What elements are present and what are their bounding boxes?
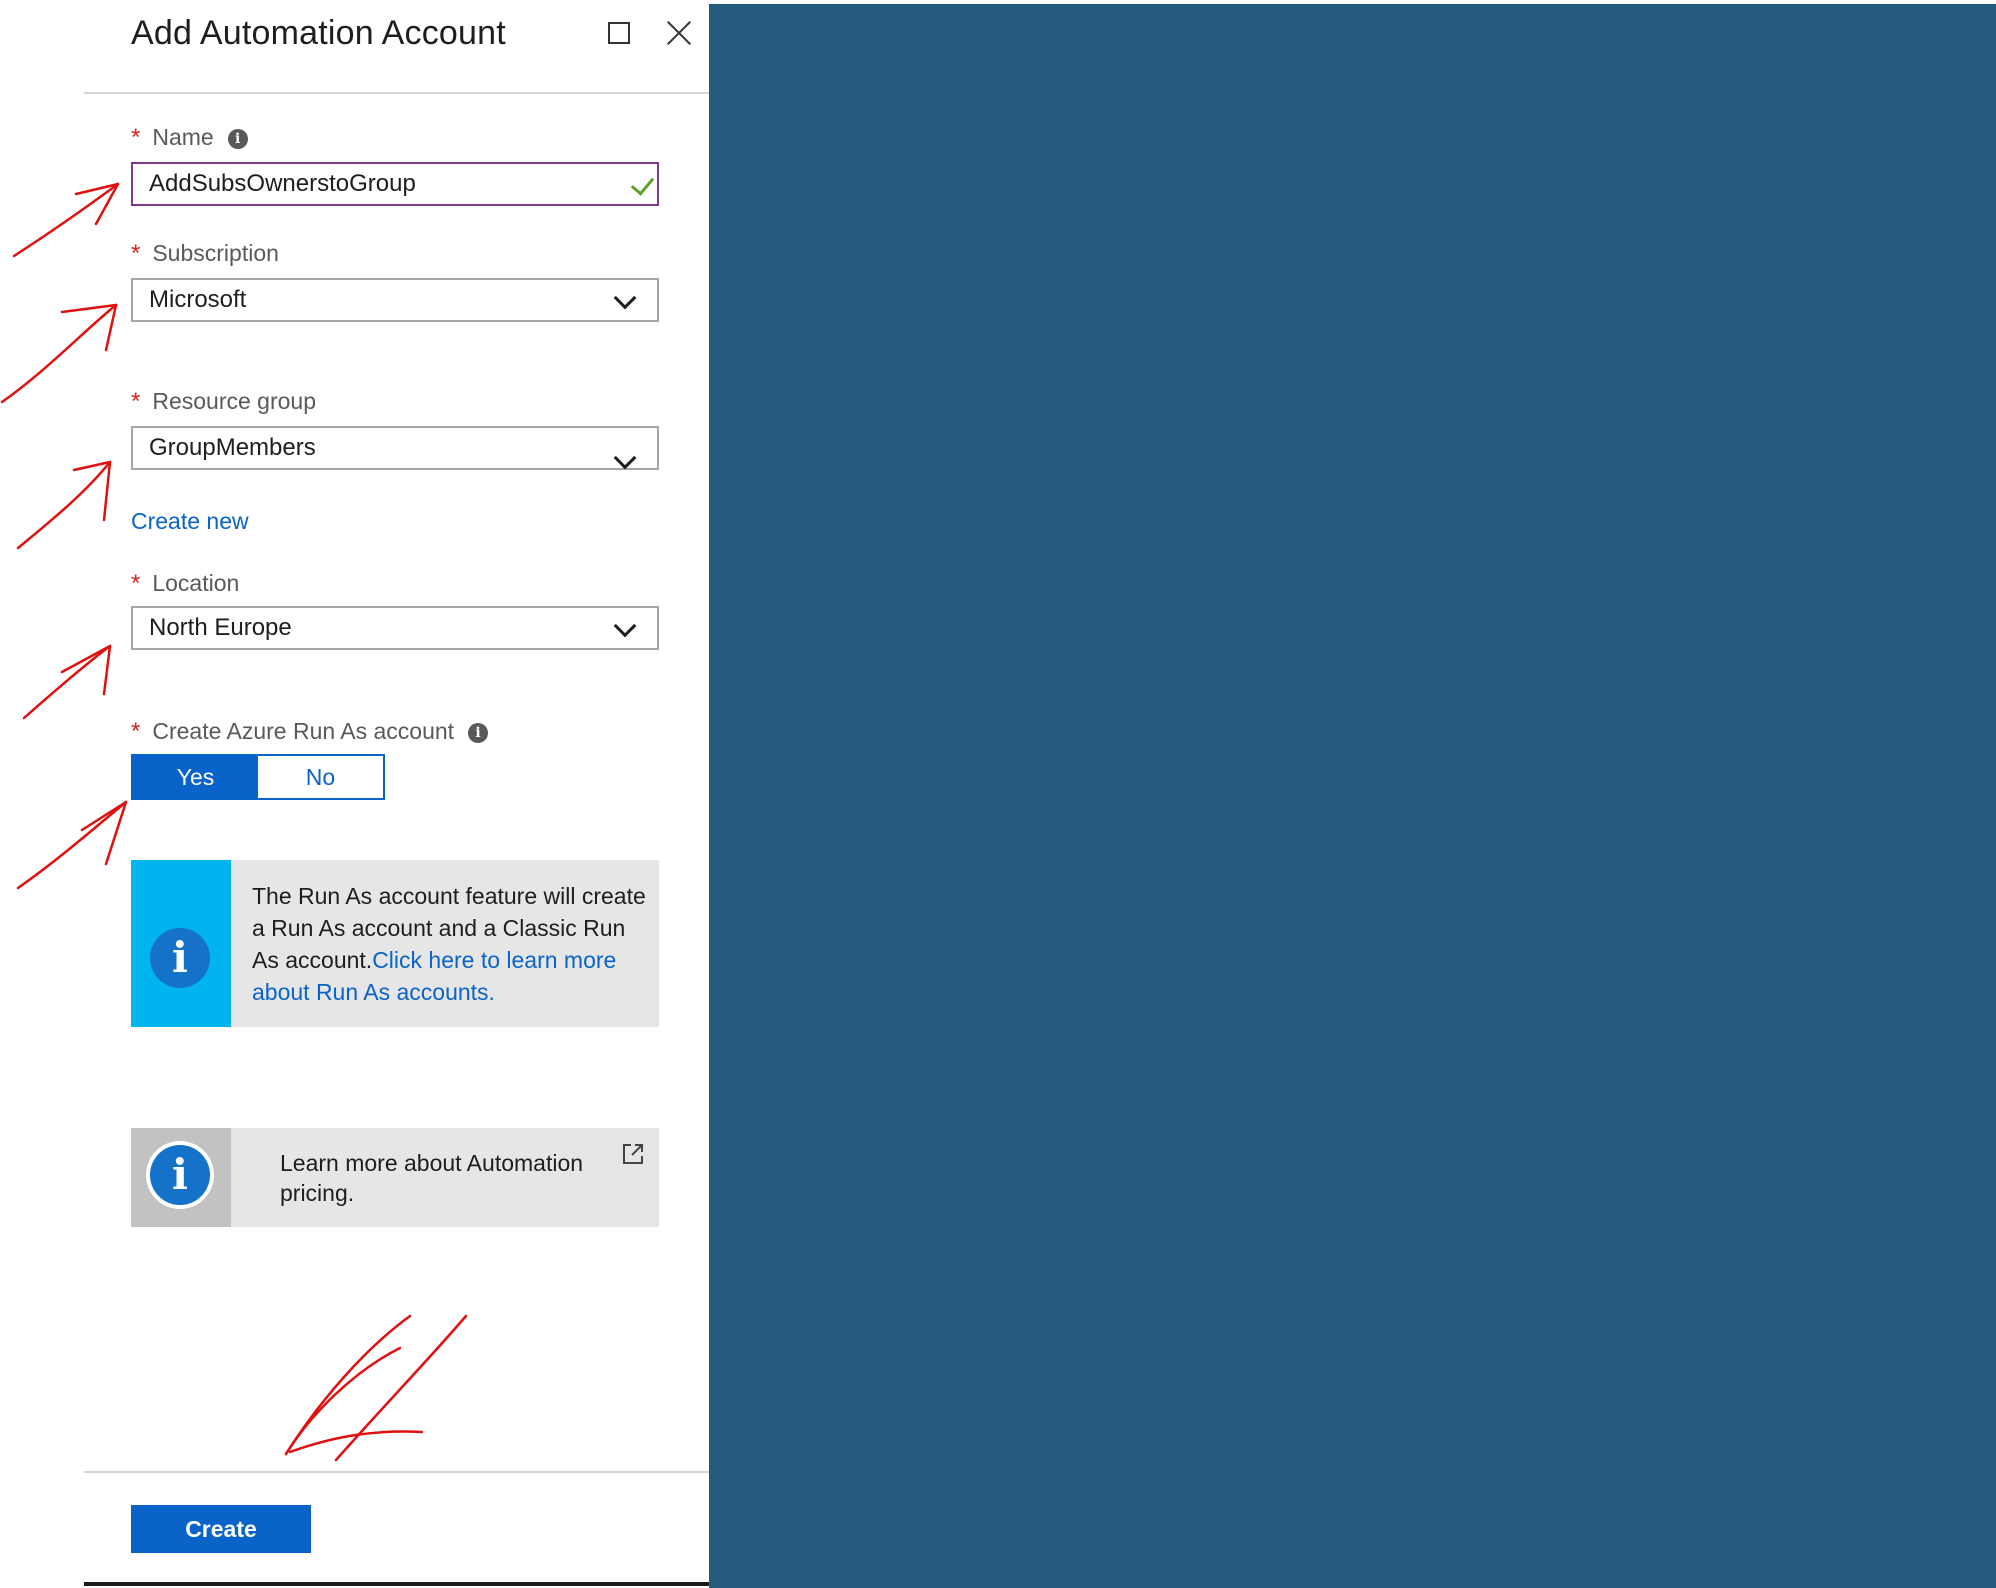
resource-group-select-value: GroupMembers [149,434,316,461]
required-star: * [131,124,141,151]
footer-divider [84,1471,709,1473]
location-label: * Location [131,570,240,597]
required-star: * [131,718,141,745]
subscription-label: * Subscription [131,240,279,267]
resource-group-label: * Resource group [131,388,316,415]
info-icon: i [150,928,210,988]
subscription-select[interactable]: Microsoft [131,278,659,322]
run-as-info-box: i The Run As account feature will create… [131,860,659,1027]
run-as-no-option[interactable]: No [258,756,383,798]
name-input-value: AddSubsOwnerstoGroup [149,170,416,197]
add-automation-account-blade: Add Automation Account * Name i AddSubsOwn… [84,0,709,1582]
bottom-border [84,1582,709,1586]
name-input[interactable]: AddSubsOwnerstoGroup [131,162,659,206]
location-select-value: North Europe [149,614,292,641]
required-star: * [131,570,141,597]
run-as-yes-option[interactable]: Yes [133,756,258,798]
run-as-toggle: Yes No [131,754,385,800]
pricing-info-box[interactable]: i Learn more about Automation pricing. [131,1128,659,1227]
pricing-info-text: Learn more about Automation pricing. [280,1150,584,1206]
title-divider [84,92,709,94]
external-link-icon[interactable] [621,1142,645,1166]
run-as-info-text: The Run As account feature will create a… [252,883,646,1005]
maximize-icon[interactable] [608,22,630,44]
blade-title: Add Automation Account [131,14,506,52]
create-new-link[interactable]: Create new [131,508,249,535]
chevron-down-icon [613,614,637,638]
close-icon[interactable] [664,18,694,48]
required-star: * [131,388,141,415]
chevron-down-icon [613,286,637,310]
background-panel [709,4,1996,1588]
chevron-down-icon [613,446,637,470]
subscription-select-value: Microsoft [149,286,247,313]
info-icon[interactable]: i [468,722,489,743]
location-select[interactable]: North Europe [131,606,659,650]
info-icon: i [150,1145,210,1205]
info-icon[interactable]: i [227,128,248,149]
run-as-label: * Create Azure Run As account i [131,718,489,746]
resource-group-select[interactable]: GroupMembers [131,426,659,470]
create-button[interactable]: Create [131,1505,311,1553]
checkmark-icon [630,171,655,196]
required-star: * [131,240,141,267]
name-label: * Name i [131,124,248,152]
